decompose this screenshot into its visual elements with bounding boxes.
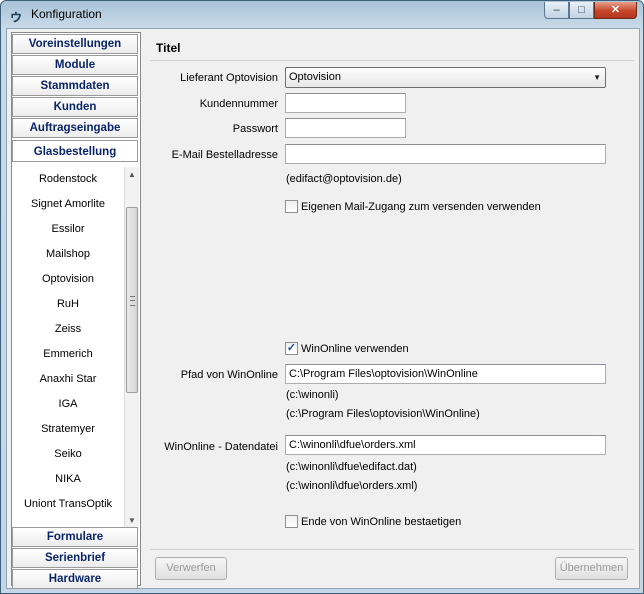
nav-voreinstellungen[interactable]: Voreinstellungen (12, 34, 138, 54)
list-item[interactable]: Uniont TransOptik (12, 492, 124, 517)
customer-number-label: Kundennummer (199, 98, 278, 110)
path-hint-1: (c:\winonli) (286, 389, 339, 401)
list-item[interactable]: Anaxhi Star (12, 367, 124, 392)
maximize-button[interactable]: □ (569, 2, 594, 19)
title-divider (150, 60, 634, 61)
own-mail-checkbox[interactable] (285, 200, 298, 213)
datafile-hint-2: (c:\winonli\dfue\orders.xml) (286, 480, 418, 492)
minimize-button[interactable]: – (544, 2, 569, 19)
datafile-label: WinOnline - Datendatei (164, 441, 278, 453)
supplier-select[interactable]: Optovision ▼ (285, 67, 606, 88)
password-label: Passwort (232, 123, 278, 135)
email-hint: (edifact@optovision.de) (286, 173, 402, 185)
list-item[interactable]: RuH (12, 292, 124, 317)
supplier-label: Lieferant Optovision (180, 72, 278, 84)
close-button[interactable]: ✕ (594, 2, 637, 19)
confirm-end-label: Ende von WinOnline bestaetigen (301, 516, 462, 528)
list-item[interactable]: Signet Amorlite (12, 192, 124, 217)
nav-auftragseingabe[interactable]: Auftragseingabe (12, 118, 138, 138)
nav-module[interactable]: Module (12, 55, 138, 75)
window-title: Konfiguration (31, 7, 102, 21)
nav-stammdaten[interactable]: Stammdaten (12, 76, 138, 96)
nav-glasbestellung[interactable]: Glasbestellung (12, 140, 138, 162)
datafile-input[interactable]: C:\winonli\dfue\orders.xml (285, 435, 606, 455)
list-item[interactable]: Mailshop (12, 242, 124, 267)
discard-button[interactable]: Verwerfen (155, 557, 227, 580)
nav-kunden[interactable]: Kunden (12, 97, 138, 117)
grip-icon (130, 296, 135, 306)
password-input[interactable] (285, 118, 406, 138)
list-item[interactable]: Essilor (12, 217, 124, 242)
winonline-checkbox[interactable]: ✓ (285, 342, 298, 355)
list-item[interactable]: Stratemyer (12, 417, 124, 442)
client-area: Voreinstellungen Module Stammdaten Kunde… (6, 28, 640, 589)
scroll-thumb[interactable] (126, 207, 138, 393)
email-input[interactable] (285, 144, 606, 164)
winonline-path-label: Pfad von WinOnline (180, 369, 278, 381)
scroll-up-arrow-icon[interactable]: ▲ (125, 167, 139, 183)
email-label: E-Mail Bestelladresse (171, 149, 278, 161)
datafile-hint-1: (c:\winonli\dfue\edifact.dat) (286, 461, 417, 473)
title-bar[interactable]: ゥ Konfiguration – □ ✕ (1, 1, 643, 28)
category-navigation: Voreinstellungen Module Stammdaten Kunde… (11, 32, 141, 589)
winonline-label: WinOnline verwenden (301, 343, 409, 355)
confirm-end-checkbox[interactable] (285, 515, 298, 528)
list-item[interactable]: Emmerich (12, 342, 124, 367)
supplier-select-value: Optovision (289, 71, 341, 83)
list-scrollbar[interactable]: ▲ ▼ (124, 167, 139, 529)
app-logo-icon: ゥ (9, 9, 23, 25)
list-item[interactable]: Rodenstock (12, 167, 124, 192)
nav-formulare[interactable]: Formulare (12, 527, 138, 547)
config-window: ゥ Konfiguration – □ ✕ Voreinstellungen M… (0, 0, 644, 594)
list-item[interactable]: Zeiss (12, 317, 124, 342)
nav-serienbrief[interactable]: Serienbrief (12, 548, 138, 568)
supplier-list: Rodenstock Signet Amorlite Essilor Mails… (12, 167, 124, 529)
dropdown-arrow-icon: ▼ (593, 73, 601, 82)
list-item[interactable]: Seiko (12, 442, 124, 467)
path-hint-2: (c:\Program Files\optovision\WinOnline) (286, 408, 480, 420)
bottom-divider (150, 549, 634, 550)
customer-number-input[interactable] (285, 93, 406, 113)
panel-title: Titel (156, 41, 181, 55)
nav-hardware[interactable]: Hardware (12, 569, 138, 589)
list-item[interactable]: Optovision (12, 267, 124, 292)
list-item[interactable]: IGA (12, 392, 124, 417)
apply-button[interactable]: Übernehmen (555, 557, 628, 580)
winonline-path-input[interactable]: C:\Program Files\optovision\WinOnline (285, 364, 606, 384)
own-mail-label: Eigenen Mail-Zugang zum versenden verwen… (301, 201, 541, 213)
list-item[interactable]: NIKA (12, 467, 124, 492)
